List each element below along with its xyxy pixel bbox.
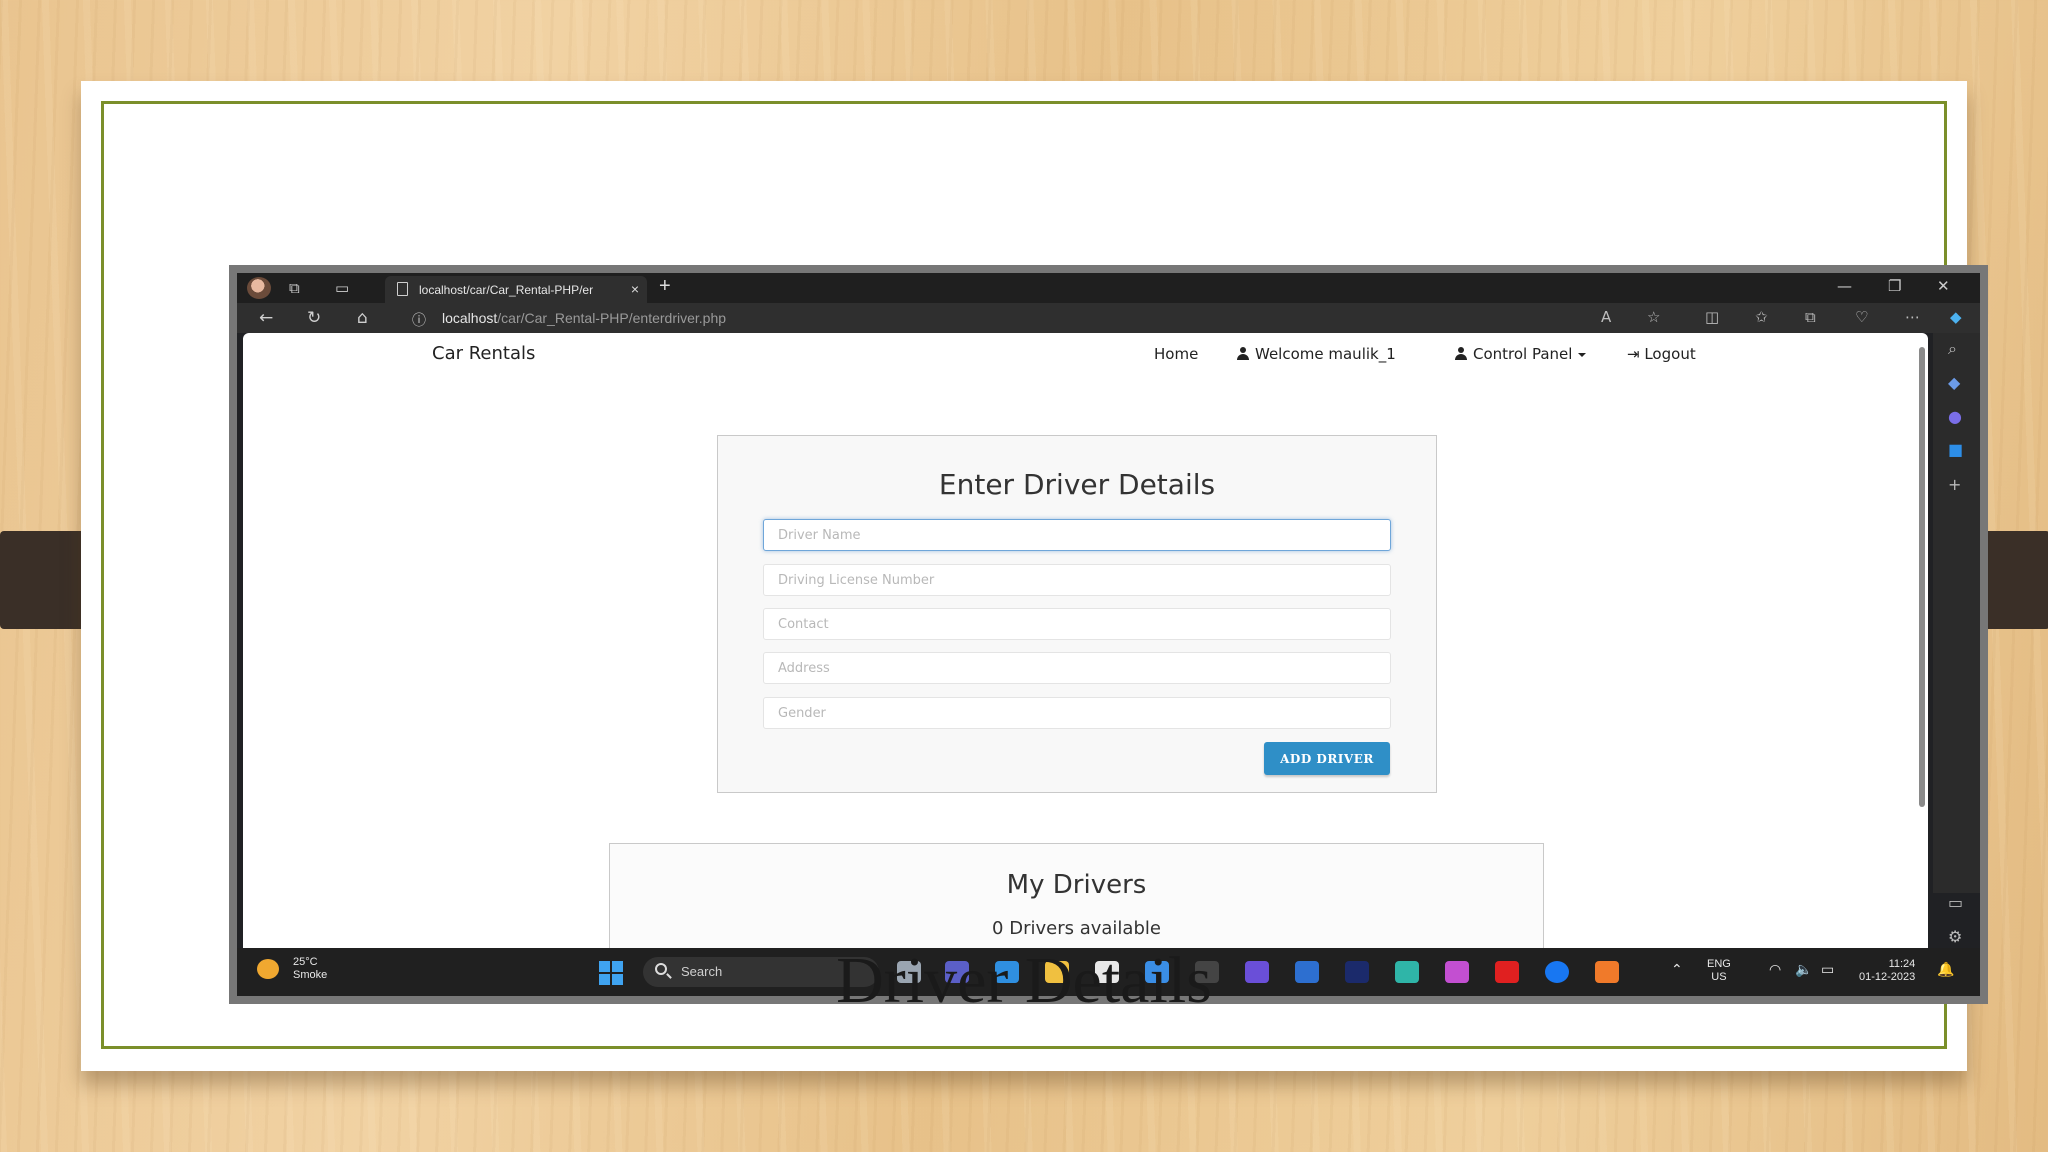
page-scrollbar[interactable] bbox=[1918, 337, 1926, 942]
shopping-icon[interactable]: ◆ bbox=[1948, 373, 1960, 392]
nav-control-panel-label: Control Panel bbox=[1473, 345, 1573, 363]
add-driver-button[interactable]: ADD DRIVER bbox=[1264, 742, 1390, 775]
tab-bar: ⧉ ▭ localhost/car/Car_Rental-PHP/er × + … bbox=[237, 273, 1980, 303]
nav-home[interactable]: Home bbox=[1154, 345, 1198, 363]
form-title: Enter Driver Details bbox=[938, 468, 1216, 501]
web-page: Car Rentals Home Welcome maulik_1 Contro… bbox=[243, 333, 1928, 948]
search-icon[interactable]: ⌕ bbox=[1948, 339, 1957, 359]
nav-logout[interactable]: ⇥ Logout bbox=[1627, 345, 1696, 363]
split-screen-icon[interactable]: ◫ bbox=[1705, 308, 1719, 326]
license-number-input[interactable] bbox=[763, 564, 1391, 596]
presentation-slide: ⧉ ▭ localhost/car/Car_Rental-PHP/er × + … bbox=[81, 81, 1988, 1071]
minimize-button[interactable]: — bbox=[1837, 277, 1852, 295]
url-field[interactable]: localhost/car/Car_Rental-PHP/enterdriver… bbox=[442, 306, 1612, 330]
browser-screenshot: ⧉ ▭ localhost/car/Car_Rental-PHP/er × + … bbox=[229, 265, 1988, 1004]
home-icon[interactable]: ⌂ bbox=[357, 308, 368, 328]
drivers-title: My Drivers bbox=[1006, 870, 1147, 900]
driver-form-card: Enter Driver Details ADD DRIVER bbox=[717, 435, 1437, 793]
favorites-icon[interactable]: ✩ bbox=[1755, 308, 1768, 326]
user-icon bbox=[1237, 347, 1249, 360]
scrollbar-thumb[interactable] bbox=[1919, 347, 1925, 807]
address-bar-row: ← ↻ ⌂ ⓘ localhost/car/Car_Rental-PHP/ent… bbox=[237, 303, 1980, 333]
outlook-icon[interactable]: ■ bbox=[1948, 440, 1963, 459]
nav-control-panel[interactable]: Control Panel bbox=[1455, 345, 1587, 363]
new-tab-button[interactable]: + bbox=[659, 275, 671, 298]
back-icon[interactable]: ← bbox=[259, 308, 273, 328]
site-brand[interactable]: Car Rentals bbox=[432, 343, 535, 364]
read-aloud-icon[interactable]: A bbox=[1601, 308, 1611, 326]
workspaces-icon[interactable]: ⧉ bbox=[289, 279, 300, 297]
browser-tab-active[interactable]: localhost/car/Car_Rental-PHP/er × bbox=[385, 276, 647, 303]
slide-title: Driver Details bbox=[836, 944, 1212, 1017]
contact-input[interactable] bbox=[763, 608, 1391, 640]
nav-welcome[interactable]: Welcome maulik_1 bbox=[1237, 345, 1396, 363]
page-icon bbox=[397, 282, 408, 296]
copilot-icon[interactable]: ◆ bbox=[1950, 308, 1962, 326]
close-window-button[interactable]: ✕ bbox=[1937, 277, 1950, 295]
site-info-icon[interactable]: ⓘ bbox=[412, 310, 426, 330]
restore-button[interactable]: ❐ bbox=[1888, 277, 1901, 295]
url-path: /car/Car_Rental-PHP/enterdriver.php bbox=[497, 310, 727, 326]
profile-avatar[interactable] bbox=[247, 277, 271, 299]
refresh-icon[interactable]: ↻ bbox=[307, 308, 321, 328]
tab-title: localhost/car/Car_Rental-PHP/er bbox=[419, 283, 594, 297]
copilot-app-icon[interactable]: ● bbox=[1948, 407, 1962, 426]
chevron-down-icon bbox=[1578, 353, 1587, 357]
hide-sidebar-icon[interactable]: ▭ bbox=[1948, 893, 1963, 912]
tab-actions-icon[interactable]: ▭ bbox=[335, 279, 349, 297]
edge-sidebar: ⌕ ◆ ● ■ + ▭ ⚙ bbox=[1933, 333, 1980, 946]
add-app-icon[interactable]: + bbox=[1948, 475, 1961, 494]
close-tab-icon[interactable]: × bbox=[631, 281, 639, 297]
browser-essentials-icon[interactable]: ♡ bbox=[1855, 308, 1868, 326]
nav-welcome-label: Welcome maulik_1 bbox=[1255, 345, 1396, 363]
logout-icon: ⇥ bbox=[1627, 345, 1645, 363]
user-icon bbox=[1455, 347, 1467, 360]
url-host: localhost bbox=[442, 310, 498, 326]
nav-logout-label: Logout bbox=[1644, 345, 1696, 363]
address-input[interactable] bbox=[763, 652, 1391, 684]
favorite-star-icon[interactable]: ☆ bbox=[1647, 308, 1660, 326]
gender-input[interactable] bbox=[763, 697, 1391, 729]
drivers-count: 0 Drivers available bbox=[992, 918, 1161, 939]
driver-name-input[interactable] bbox=[763, 519, 1391, 551]
my-drivers-card: My Drivers 0 Drivers available bbox=[609, 843, 1544, 948]
browser-window: ⧉ ▭ localhost/car/Car_Rental-PHP/er × + … bbox=[237, 273, 1980, 996]
collections-icon[interactable]: ⧉ bbox=[1805, 308, 1816, 326]
more-icon[interactable]: ⋯ bbox=[1905, 308, 1920, 326]
